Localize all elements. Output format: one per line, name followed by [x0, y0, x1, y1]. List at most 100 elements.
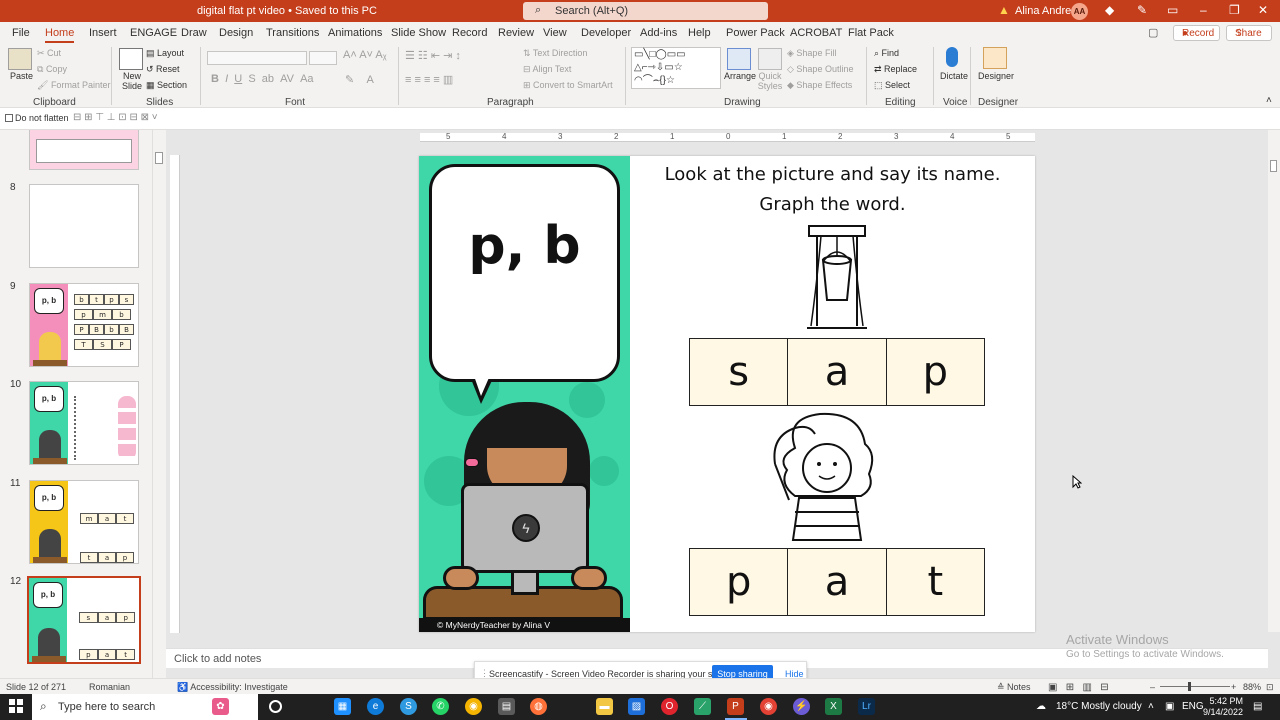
tab-view[interactable]: View: [543, 27, 567, 39]
shapes-gallery[interactable]: ▭╲□◯▭▭ △⌐⇾⇩▭☆ ◠⌒⌢{}☆: [631, 47, 721, 89]
lightroom-icon[interactable]: Lr: [858, 698, 875, 715]
tab-animations[interactable]: Animations: [328, 27, 382, 39]
skype-icon[interactable]: S: [400, 698, 417, 715]
arrange-button[interactable]: Arrange: [724, 71, 756, 81]
file-explorer-icon[interactable]: ▬: [596, 698, 613, 715]
designer-icon[interactable]: [983, 47, 1007, 69]
messenger-icon[interactable]: ⚡: [793, 698, 810, 715]
slide-canvas[interactable]: p, b ϟ © MyNerdyTeacher by Alina V Look …: [419, 156, 1035, 632]
tab-developer[interactable]: Developer: [581, 27, 631, 39]
font-size-buttons[interactable]: A˄ A˅ Aᵪ: [343, 49, 387, 61]
tab-record[interactable]: Record: [452, 27, 487, 39]
flatpack-tool-icons[interactable]: ⊟ ⊞ ⊤ ⊥ ⊡ ⊟ ⊠ ˅: [73, 112, 158, 123]
pat-head-picture[interactable]: [765, 408, 885, 542]
new-slide-button[interactable]: New Slide: [120, 71, 144, 91]
tab-add-ins[interactable]: Add-ins: [640, 27, 677, 39]
slide-thumbnail-11[interactable]: p, b mat tap: [29, 480, 139, 564]
search-box[interactable]: ⌕ Search (Alt+Q): [523, 2, 768, 20]
bing-chat-icon[interactable]: ✿: [212, 698, 229, 715]
paste-button[interactable]: Paste: [10, 71, 33, 81]
system-clock[interactable]: 5:42 PM 9/14/2022: [1203, 696, 1243, 718]
scrollbar-thumb[interactable]: [155, 152, 163, 164]
find-button[interactable]: ⌕ Find: [874, 48, 899, 59]
edge-icon[interactable]: e: [367, 698, 384, 715]
reset-button[interactable]: ↺ Reset: [146, 64, 180, 75]
tab-engage[interactable]: ENGAGE: [130, 27, 177, 39]
list-buttons[interactable]: ☰ ☷ ⇤ ⇥ ↕: [405, 49, 461, 62]
shape-effects-button[interactable]: ◆ Shape Effects: [787, 80, 852, 91]
slide-scrollbar[interactable]: [1268, 130, 1280, 632]
letter-cell[interactable]: a: [788, 339, 887, 405]
paste-icon[interactable]: [8, 48, 32, 70]
document-title[interactable]: digital flat pt video • Saved to this PC: [197, 5, 377, 17]
new-slide-icon[interactable]: [119, 48, 143, 70]
accessibility-status[interactable]: ♿ Accessibility: Investigate: [177, 682, 288, 693]
slide-thumbnail-8[interactable]: [29, 184, 139, 268]
tab-slide-show[interactable]: Slide Show: [391, 27, 446, 39]
zoom-out-icon[interactable]: –: [1150, 682, 1155, 692]
minimize-icon[interactable]: –: [1200, 3, 1207, 17]
warning-icon[interactable]: ▲: [998, 3, 1010, 17]
replace-button[interactable]: ⇄ Replace: [874, 64, 917, 75]
language-status[interactable]: Romanian: [89, 682, 130, 692]
tab-insert[interactable]: Insert: [89, 27, 117, 39]
letter-cell[interactable]: p: [886, 339, 984, 405]
tab-draw[interactable]: Draw: [181, 27, 207, 39]
letter-cell[interactable]: a: [788, 549, 887, 615]
notes-toggle[interactable]: ≙ Notes: [997, 682, 1031, 693]
well-bucket-picture[interactable]: [797, 222, 877, 330]
ribbon-display-icon[interactable]: ▭: [1167, 3, 1178, 17]
close-icon[interactable]: ✕: [1258, 3, 1268, 17]
tab-help[interactable]: Help: [688, 27, 711, 39]
letter-cell[interactable]: p: [690, 549, 789, 615]
firefox-icon[interactable]: ◍: [530, 698, 547, 715]
tray-chevron-icon[interactable]: ˄: [1148, 701, 1154, 712]
whatsapp-icon[interactable]: ✆: [432, 698, 449, 715]
weather-status[interactable]: 18°C Mostly cloudy: [1056, 701, 1142, 712]
font-color-buttons[interactable]: ✎ A: [345, 73, 374, 86]
weather-icon[interactable]: ☁: [1036, 701, 1046, 712]
shape-fill-button[interactable]: ◈ Shape Fill: [787, 48, 836, 59]
slide-instructions[interactable]: Look at the picture and say its name. Gr…: [630, 160, 1035, 220]
scrollbar-thumb[interactable]: [1270, 160, 1277, 172]
tab-home[interactable]: Home: [45, 27, 75, 44]
diamond-icon[interactable]: ◆: [1105, 3, 1114, 17]
layout-button[interactable]: ▤ Layout: [146, 48, 184, 59]
excel-icon[interactable]: X: [825, 698, 842, 715]
notepad-icon[interactable]: ▤: [498, 698, 515, 715]
task-view-icon[interactable]: [269, 700, 282, 713]
zoom-level[interactable]: 88%: [1243, 682, 1261, 692]
text-direction-button[interactable]: ⇅ Text Direction: [523, 48, 587, 59]
letter-cell[interactable]: s: [690, 339, 789, 405]
do-not-flatten-checkbox[interactable]: [5, 114, 13, 122]
slide-thumbnail-12[interactable]: p, b sap pat: [27, 576, 141, 664]
microphone-icon[interactable]: [946, 47, 958, 67]
avatar[interactable]: AA: [1071, 3, 1088, 20]
font-family-field[interactable]: [207, 51, 307, 65]
select-button[interactable]: ⬚ Select: [874, 80, 910, 91]
copy-button[interactable]: ⧉ Copy: [37, 64, 67, 75]
app-icon[interactable]: ⟋: [694, 698, 711, 715]
slide-thumbnail-9[interactable]: p, b btps pmb PBbB TSP: [29, 283, 139, 367]
zoom-slider[interactable]: [1160, 686, 1230, 687]
powerpoint-icon[interactable]: P: [727, 698, 744, 715]
tab-review[interactable]: Review: [498, 27, 534, 39]
comment-icon[interactable]: ▢: [1148, 26, 1158, 39]
zoom-in-icon[interactable]: +: [1231, 682, 1236, 692]
store-icon[interactable]: ▦: [334, 698, 351, 715]
align-buttons[interactable]: ≡ ≡ ≡ ≡ ▥: [405, 73, 453, 86]
keyboard-language[interactable]: ENG: [1182, 701, 1204, 712]
tab-power-pack[interactable]: Power Pack: [726, 27, 785, 39]
slide-thumbnail-10[interactable]: p, b: [29, 381, 139, 465]
notification-icon[interactable]: ▤: [1253, 701, 1262, 712]
font-size-field[interactable]: [309, 51, 337, 65]
collapse-ribbon-icon[interactable]: ˄: [1266, 95, 1272, 106]
pen-icon[interactable]: ✎: [1137, 3, 1147, 17]
quick-styles-button[interactable]: Quick Styles: [757, 71, 783, 91]
bubble-text[interactable]: p, b: [429, 216, 620, 276]
windows-start-icon[interactable]: [9, 699, 23, 713]
format-painter-button[interactable]: 🖌 Format Painter: [37, 80, 110, 91]
tab-flat-pack[interactable]: Flat Pack: [848, 27, 894, 39]
shape-outline-button[interactable]: ◇ Shape Outline: [787, 64, 853, 75]
slide-thumbnail-pane[interactable]: 8 9 p, b btps pmb PBbB TSP 10 p, b 11 p,…: [0, 130, 152, 678]
